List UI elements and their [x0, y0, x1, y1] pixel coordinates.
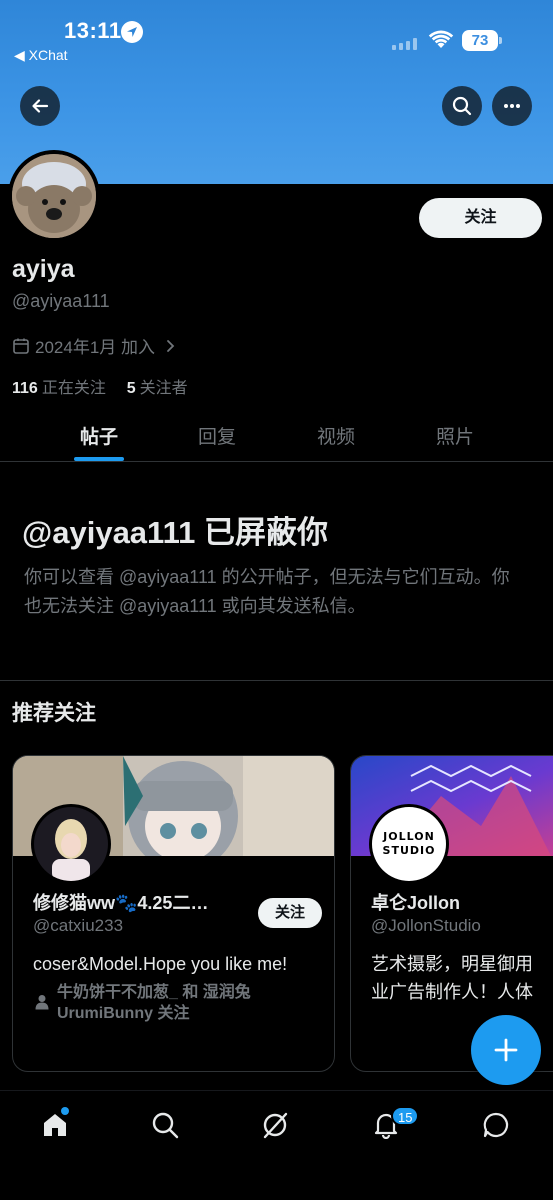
tab-photos[interactable]: 照片 — [436, 422, 474, 449]
recommendations-title: 推荐关注 — [12, 702, 96, 725]
home-icon — [44, 1114, 66, 1136]
card-follow-button[interactable]: 关注 — [258, 898, 322, 928]
back-to-app-link[interactable]: ◀ XChat — [14, 47, 68, 64]
blocked-description: 你可以查看 @ayiyaa111 的公开帖子，但无法与它们互动。你也无法关注 @… — [24, 567, 510, 616]
wifi-icon — [428, 30, 454, 48]
person-icon — [35, 995, 49, 1010]
profile-avatar[interactable] — [8, 150, 100, 242]
search-button[interactable] — [442, 86, 482, 126]
back-button[interactable] — [20, 86, 60, 126]
more-horizontal-icon — [504, 104, 520, 108]
card-followed-by: 牛奶饼干不加葱_ 和 湿润兔 UrumiBunny 关注 — [57, 984, 251, 1022]
bottom-navigation — [0, 1090, 553, 1200]
battery-level: 73 — [462, 30, 498, 51]
joined-date[interactable]: 2024年1月 加入 — [12, 333, 184, 358]
joined-text: 2024年1月 加入 — [35, 338, 155, 357]
blocked-title: @ayiyaa111 已屏蔽你 — [22, 515, 328, 550]
calendar-icon — [13, 338, 29, 354]
nav-home[interactable] — [41, 1111, 71, 1141]
card-display-name: 修修猫ww🐾4.25二… — [33, 893, 209, 913]
tab-videos[interactable]: 视频 — [317, 422, 355, 449]
notification-count-badge: 15 — [391, 1106, 420, 1126]
card-bio: coser&Model.Hope you like me! — [33, 954, 288, 974]
battery-indicator: 73 — [462, 30, 502, 51]
nav-messages[interactable] — [482, 1111, 512, 1141]
recommendation-card[interactable]: 修修猫ww🐾4.25二… 关注 @catxiu233 coser&Model.H… — [12, 755, 335, 1072]
status-time: 13:11 — [64, 18, 122, 43]
more-options-button[interactable] — [492, 86, 532, 126]
home-new-indicator — [61, 1107, 69, 1115]
arrow-left-icon — [32, 99, 49, 113]
search-icon — [152, 1112, 179, 1139]
card-handle: @catxiu233 — [33, 916, 124, 935]
tab-replies[interactable]: 回复 — [198, 422, 236, 449]
grok-icon — [263, 1112, 288, 1139]
nav-search[interactable] — [151, 1111, 181, 1141]
plus-icon — [494, 1038, 518, 1062]
display-name: ayiya — [12, 255, 75, 283]
profile-tabs: 帖子 回复 视频 照片 — [0, 412, 553, 462]
card-bio: 艺术摄影，明星御用 业广告制作人！人体 — [371, 954, 533, 1002]
card-display-name: 卓仑Jollon — [371, 893, 460, 913]
card-avatar[interactable]: JOLLON STUDIO — [369, 804, 449, 884]
nav-grok[interactable] — [261, 1111, 291, 1141]
tab-posts[interactable]: 帖子 — [80, 422, 118, 449]
card-handle: @JollonStudio — [371, 916, 481, 935]
followers-link[interactable]: 5 关注者 — [127, 380, 188, 397]
compose-post-button[interactable] — [471, 1015, 541, 1085]
message-icon — [483, 1112, 509, 1138]
active-tab-indicator — [74, 457, 124, 461]
user-handle: @ayiyaa111 — [12, 291, 110, 311]
chevron-right-icon — [167, 339, 175, 352]
card-avatar[interactable] — [31, 804, 111, 884]
avatar-image — [12, 154, 96, 238]
location-arrow-icon — [121, 21, 143, 43]
jollon-logo: JOLLON STUDIO — [382, 830, 436, 857]
status-bar: 13:11 ◀ XChat 73 — [0, 0, 553, 70]
search-icon — [452, 96, 472, 116]
follow-stats: 116 正在关注 5 关注者 — [12, 374, 188, 398]
following-link[interactable]: 116 正在关注 — [12, 380, 106, 397]
cellular-signal-icon — [392, 38, 417, 50]
section-divider — [0, 680, 553, 681]
follow-button[interactable]: 关注 — [419, 198, 542, 238]
